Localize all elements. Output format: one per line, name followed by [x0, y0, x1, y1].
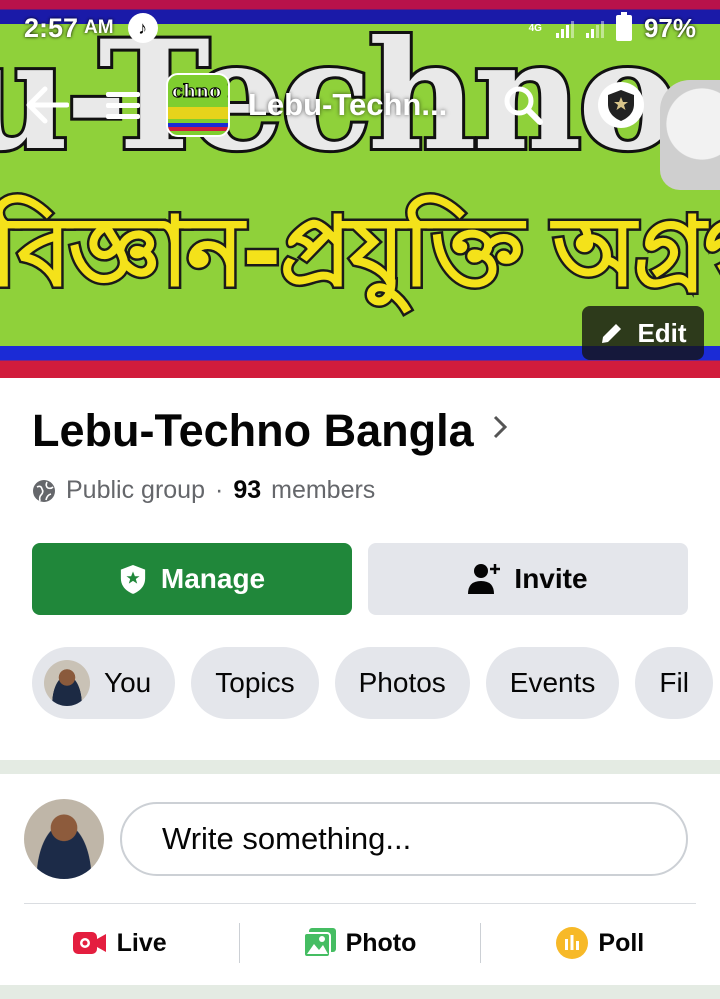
tab-topics-label: Topics: [215, 667, 295, 698]
tab-photos-label: Photos: [358, 667, 446, 698]
manage-button[interactable]: Manage: [32, 543, 352, 615]
photo-icon: [303, 928, 336, 958]
thumb-stripe: [168, 123, 228, 131]
composer-avatar[interactable]: [24, 799, 104, 879]
edit-cover-button[interactable]: Edit: [582, 306, 704, 360]
status-right: 4G 97%: [528, 12, 696, 44]
section-divider-bottom: [0, 985, 720, 999]
globe-icon: [33, 479, 55, 502]
group-name-text: Lebu-Techno Bangla: [32, 405, 474, 456]
post-actions: Live Photo Poll: [0, 920, 720, 966]
tab-you-label: You: [104, 667, 152, 698]
privacy-label: Public group: [66, 476, 205, 504]
meta-separator: ·: [214, 476, 224, 504]
network-type: 4G: [528, 22, 542, 34]
signal-icon-2: [585, 18, 604, 38]
battery-icon: [615, 12, 632, 41]
thumb-band: [168, 107, 228, 119]
signal-icon: [555, 18, 574, 38]
thumb-text: chno Ban: [171, 81, 228, 103]
section-divider: [0, 760, 720, 774]
tiktok-icon: ♪: [127, 13, 158, 43]
member-count[interactable]: 93: [233, 476, 261, 505]
live-button[interactable]: Live: [0, 920, 239, 966]
status-bar: 2:57 AM ♪ 4G 97%: [0, 0, 720, 56]
manage-label: Manage: [160, 563, 266, 594]
add-person-icon: [468, 564, 501, 594]
group-meta: Public group · 93 members: [32, 476, 375, 505]
tab-events[interactable]: Events: [485, 647, 620, 719]
invite-button[interactable]: Invite: [368, 543, 688, 615]
chevron-right-icon: [492, 414, 508, 448]
tab-events-label: Events: [509, 667, 596, 698]
nav-title[interactable]: Lebu-Techn...: [248, 87, 458, 123]
composer-divider: [24, 903, 696, 904]
poll-icon: [556, 927, 589, 959]
poll-button[interactable]: Poll: [481, 920, 720, 966]
invite-label: Invite: [514, 563, 588, 594]
tab-you[interactable]: You: [32, 647, 176, 719]
live-video-icon: [72, 932, 106, 954]
tab-files[interactable]: Fil: [635, 647, 713, 719]
tab-photos[interactable]: Photos: [334, 647, 470, 719]
group-name[interactable]: Lebu-Techno Bangla: [32, 405, 508, 457]
edit-label: Edit: [637, 317, 687, 348]
status-ampm: AM: [84, 17, 114, 38]
group-tabs: You Topics Photos Events Fil: [32, 647, 713, 719]
shield-star-icon: [120, 565, 146, 594]
pencil-icon: [602, 324, 622, 343]
avatar: [44, 660, 90, 706]
live-label: Live: [116, 928, 167, 957]
search-icon[interactable]: [498, 80, 548, 130]
photo-button[interactable]: Photo: [240, 920, 479, 966]
battery-percent: 97%: [643, 12, 696, 43]
tab-files-label: Fil: [659, 667, 689, 698]
admin-shield-icon[interactable]: [598, 82, 644, 128]
status-time: 2:57: [24, 12, 79, 43]
poll-label: Poll: [598, 928, 645, 957]
members-label[interactable]: members: [271, 476, 375, 505]
photo-label: Photo: [345, 928, 417, 957]
tab-topics[interactable]: Topics: [191, 647, 319, 719]
menu-icon[interactable]: [98, 80, 148, 130]
back-arrow-icon[interactable]: [22, 80, 72, 130]
write-something-input[interactable]: Write something...: [120, 802, 688, 876]
top-nav: chno Ban Lebu-Techn...: [0, 70, 720, 140]
group-thumbnail[interactable]: chno Ban: [166, 73, 230, 137]
group-page: u-Techno Bangla বিজ্ঞান-প্রযুক্তি অগ্রগত…: [0, 0, 720, 999]
